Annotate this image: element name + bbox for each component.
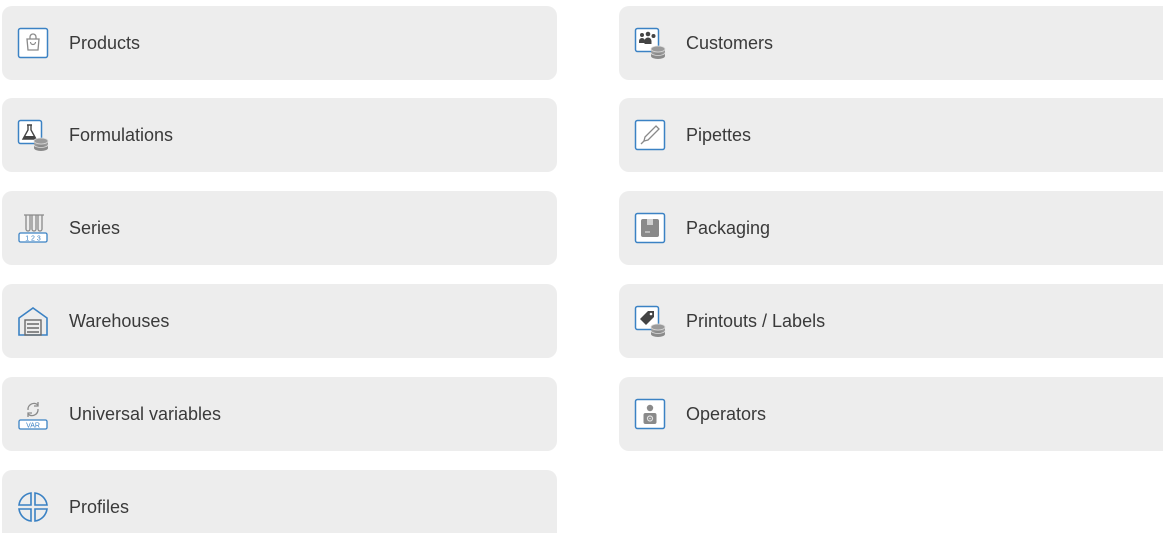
menu-item-label: Warehouses <box>69 311 170 331</box>
menu-item-packaging[interactable]: Packaging <box>619 191 1163 265</box>
customers-database-icon <box>634 27 666 59</box>
warehouse-icon <box>17 305 49 337</box>
menu-item-warehouses[interactable]: Warehouses <box>2 284 557 358</box>
profiles-icon <box>17 491 49 523</box>
test-tubes-icon: 1 2 3 <box>17 212 49 244</box>
menu-item-label: Customers <box>686 33 774 53</box>
menu-item-label: Operators <box>686 404 767 424</box>
menu-item-label: Pipettes <box>686 125 752 145</box>
svg-text:1 2 3: 1 2 3 <box>25 236 41 243</box>
menu-item-series[interactable]: 1 2 3 Series <box>2 191 557 265</box>
menu-item-label: Products <box>69 33 141 53</box>
label-tag-database-icon <box>634 305 666 337</box>
menu-item-label: Series <box>69 218 121 238</box>
menu-item-printouts-labels[interactable]: Printouts / Labels <box>619 284 1163 358</box>
menu-item-pipettes[interactable]: Pipettes <box>619 98 1163 172</box>
menu-item-products[interactable]: Products <box>2 6 557 80</box>
menu-item-label: Packaging <box>686 218 771 238</box>
menu-item-operators[interactable]: Operators <box>619 377 1163 451</box>
menu-item-universal-variables[interactable]: VAR Universal variables <box>2 377 557 451</box>
menu-item-customers[interactable]: Customers <box>619 6 1163 80</box>
menu-item-label: Printouts / Labels <box>686 311 826 331</box>
menu-item-formulations[interactable]: Formulations <box>2 98 557 172</box>
packaging-box-icon <box>634 212 666 244</box>
menu-item-label: Universal variables <box>69 404 222 424</box>
pipette-icon <box>634 119 666 151</box>
operator-icon <box>634 398 666 430</box>
shopping-bag-icon <box>17 27 49 59</box>
menu-item-label: Formulations <box>69 125 174 145</box>
refresh-var-icon: VAR <box>17 398 49 430</box>
svg-text:VAR: VAR <box>26 423 40 430</box>
flask-database-icon <box>17 119 49 151</box>
menu-item-profiles[interactable]: Profiles <box>2 470 557 533</box>
